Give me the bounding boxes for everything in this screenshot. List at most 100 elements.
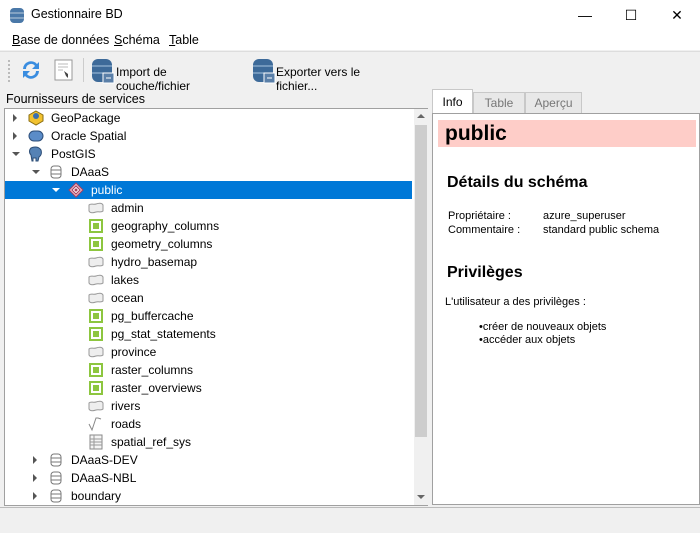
tree-scrollbar[interactable] (414, 109, 428, 505)
tree-item-label: GeoPackage (51, 111, 121, 125)
privileges-heading: Privilèges (447, 264, 523, 281)
tree-item-geometry-columns[interactable]: geometry_columns (5, 235, 412, 253)
owner-value: azure_superuser (543, 210, 626, 222)
scrollbar-thumb[interactable] (415, 125, 427, 437)
collapse-arrow-icon[interactable] (33, 492, 37, 500)
tree-item-daaas-dev[interactable]: DAaaS-DEV (5, 451, 412, 469)
database-icon (50, 165, 62, 179)
polygon-layer-icon (88, 256, 104, 268)
tree-item-label: pg_stat_statements (111, 327, 216, 341)
maximize-button[interactable]: ☐ (608, 0, 654, 30)
collapse-arrow-icon[interactable] (33, 456, 37, 464)
tree-item-label: raster_columns (111, 363, 194, 377)
tree-item-label: raster_overviews (111, 381, 202, 395)
import-layer-button[interactable]: Import de couche/fichier (90, 57, 240, 93)
tree-item-pg-buffercache[interactable]: pg_buffercache (5, 307, 412, 325)
tree-item-label: lakes (111, 273, 140, 287)
tree-item-daaas[interactable]: DAaaS (5, 163, 412, 181)
geopackage-icon (28, 110, 44, 126)
menu-base-de-donnees[interactable]: Base de données (12, 33, 109, 47)
providers-tree[interactable]: GeoPackage Oracle Spatial PostGIS DAaaS publ… (4, 108, 428, 506)
minimize-button[interactable]: — (562, 0, 608, 30)
tree-item-boundary[interactable]: boundary (5, 487, 412, 505)
tree-item-raster-columns[interactable]: raster_columns (5, 361, 412, 379)
menu-schema[interactable]: Schéma (114, 33, 160, 47)
polygon-layer-icon (88, 274, 104, 286)
tab-apercu[interactable]: Aperçu (525, 92, 582, 113)
oracle-icon (28, 130, 44, 142)
export-file-button[interactable]: Exporter vers le fichier... (251, 57, 401, 93)
expand-arrow-icon[interactable] (52, 188, 60, 192)
line-layer-icon (88, 417, 102, 432)
expand-arrow-icon[interactable] (32, 170, 40, 174)
view-icon (89, 327, 103, 341)
collapse-arrow-icon[interactable] (13, 132, 17, 140)
window-title: Gestionnaire BD (31, 7, 123, 21)
tree-item-label: geography_columns (111, 219, 220, 233)
details-heading: Détails du schéma (447, 174, 588, 191)
toolbar-separator (83, 58, 84, 82)
tree-item-label: roads (111, 417, 142, 431)
tree-item-ocean[interactable]: ocean (5, 289, 412, 307)
tree-item-label: pg_buffercache (111, 309, 194, 323)
tree-item-label: rivers (111, 399, 141, 413)
tree-item-spatial-ref-sys[interactable]: spatial_ref_sys (5, 433, 412, 451)
tree-item-hydro-basemap[interactable]: hydro_basemap (5, 253, 412, 271)
tab-table[interactable]: Table (473, 92, 525, 113)
tree-item-admin[interactable]: admin (5, 199, 412, 217)
view-icon (89, 237, 103, 251)
tree-item-label: boundary (71, 489, 122, 503)
tree-item-oracle-spatial[interactable]: Oracle Spatial (5, 127, 412, 145)
close-button[interactable]: ✕ (654, 0, 700, 30)
database-icon (50, 489, 62, 503)
view-icon (89, 381, 103, 395)
tree-item-raster-overviews[interactable]: raster_overviews (5, 379, 412, 397)
tree-item-label: DAaaS (71, 165, 110, 179)
collapse-arrow-icon[interactable] (13, 114, 17, 122)
title-bar: Gestionnaire BD — ☐ ✕ (0, 0, 700, 30)
database-icon (50, 471, 62, 485)
sql-window-icon[interactable] (54, 59, 74, 81)
scroll-up-arrow[interactable] (417, 114, 425, 118)
tree-item-label: province (111, 345, 157, 359)
privilege-item: •accéder aux objets (479, 334, 576, 346)
polygon-layer-icon (88, 292, 104, 304)
scroll-down-arrow[interactable] (417, 495, 425, 499)
tree-item-public[interactable]: public (5, 181, 412, 199)
tree-item-label: Oracle Spatial (51, 129, 127, 143)
tree-item-province[interactable]: province (5, 343, 412, 361)
collapse-arrow-icon[interactable] (33, 474, 37, 482)
privilege-item: •créer de nouveaux objets (479, 321, 607, 333)
providers-header: Fournisseurs de services (6, 92, 145, 106)
database-icon (50, 453, 62, 467)
database-import-icon (92, 59, 115, 84)
refresh-icon[interactable] (19, 58, 43, 82)
expand-arrow-icon[interactable] (12, 152, 20, 156)
tree-item-pg-stat-statements[interactable]: pg_stat_statements (5, 325, 412, 343)
comment-value: standard public schema (543, 224, 660, 236)
schema-title: public (438, 120, 696, 147)
menu-table[interactable]: Table (169, 33, 199, 47)
tree-item-lakes[interactable]: lakes (5, 271, 412, 289)
tree-item-label: DAaaS-NBL (71, 471, 137, 485)
tree-item-rivers[interactable]: rivers (5, 397, 412, 415)
polygon-layer-icon (88, 400, 104, 412)
tree-item-label: public (91, 183, 123, 197)
tree-item-geopackage[interactable]: GeoPackage (5, 109, 412, 127)
info-content: public Détails du schéma Propriétaire : … (432, 113, 700, 505)
tree-item-geography-columns[interactable]: geography_columns (5, 217, 412, 235)
toolbar-grip[interactable] (8, 60, 11, 82)
tree-item-postgis[interactable]: PostGIS (5, 145, 412, 163)
tab-info[interactable]: Info (432, 89, 473, 114)
tree-item-daaas-nbl[interactable]: DAaaS-NBL (5, 469, 412, 487)
info-panel: Info Table Aperçu public Détails du sché… (432, 89, 700, 507)
tree-item-label: geometry_columns (111, 237, 213, 251)
database-export-icon (253, 59, 276, 84)
tree-item-label: admin (111, 201, 144, 215)
view-icon (89, 309, 103, 323)
status-bar (0, 507, 700, 533)
tree-item-roads[interactable]: roads (5, 415, 412, 433)
postgis-elephant-icon (29, 146, 42, 162)
tree-item-label: hydro_basemap (111, 255, 198, 269)
table-icon (89, 434, 103, 450)
